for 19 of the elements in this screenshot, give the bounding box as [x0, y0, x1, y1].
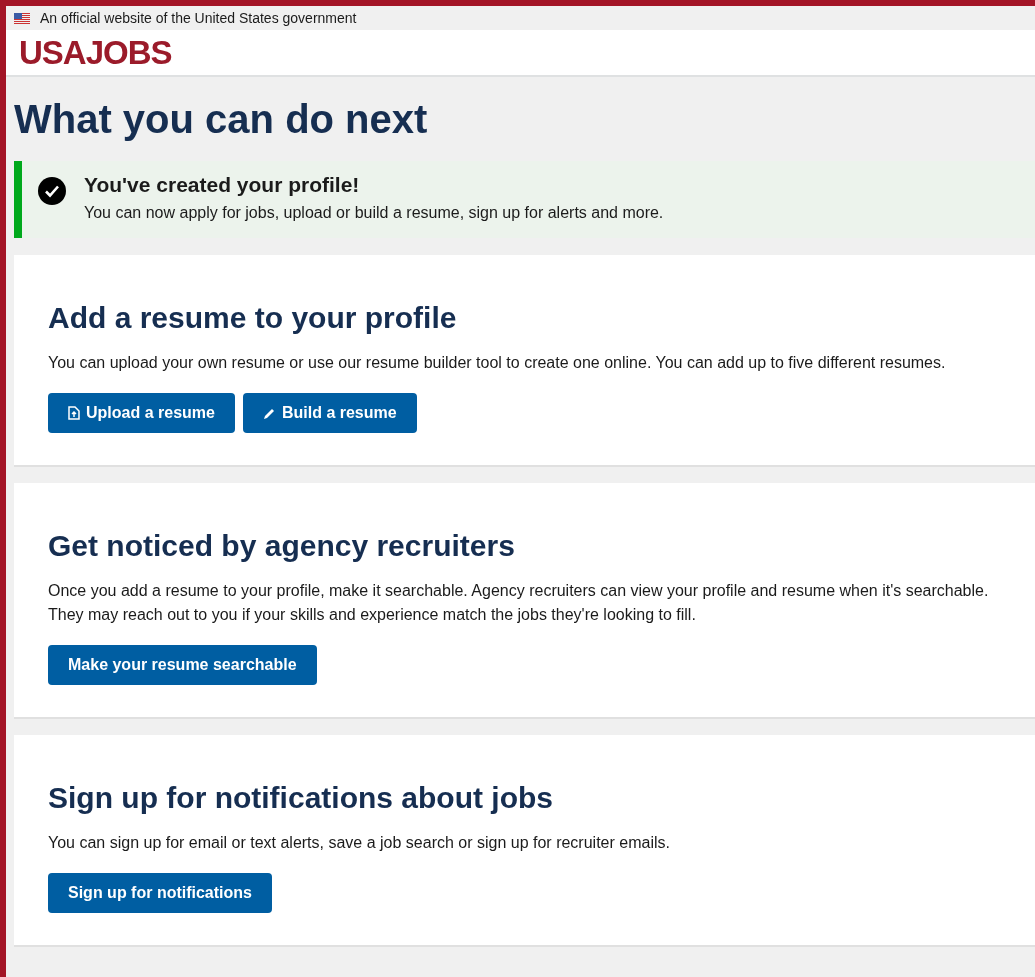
card-title: Sign up for notifications about jobs: [48, 781, 554, 815]
site-logo[interactable]: USAJOBS: [19, 33, 172, 72]
official-website-text: An official website of the United States government: [40, 10, 357, 26]
action-button[interactable]: Make your resume searchable: [48, 645, 317, 685]
action-button[interactable]: Sign up for notifications: [48, 873, 272, 913]
flag-icon: [14, 12, 30, 24]
card-text: Once you add a resume to your profile, make it searchable. Agency recruiters can view your profile and resume when it's searchable. They may reach out to you if your skills and experience match the jobs they're looking to fill.: [48, 581, 990, 625]
alert-text: You can now apply for jobs, upload or build a resume, sign up for alerts and more.: [84, 204, 664, 222]
card-text: You can upload your own resume or use our resume builder tool to create one online. You can add up to five different resumes.: [48, 353, 947, 373]
action-button[interactable]: Upload a resume: [48, 393, 235, 433]
alert-title: You've created your profile!: [84, 173, 361, 197]
pencil-icon: [262, 406, 276, 420]
action-button[interactable]: Build a resume: [242, 393, 417, 433]
card-text: You can sign up for email or text alerts, save a job search or sign up for recruiter emails.: [48, 833, 671, 853]
page-title: What you can do next: [14, 97, 429, 142]
card-title: Add a resume to your profile: [48, 301, 458, 335]
card-title: Get noticed by agency recruiters: [48, 529, 516, 563]
check-circle-icon: [38, 177, 66, 205]
file-upload-icon: [68, 406, 80, 420]
